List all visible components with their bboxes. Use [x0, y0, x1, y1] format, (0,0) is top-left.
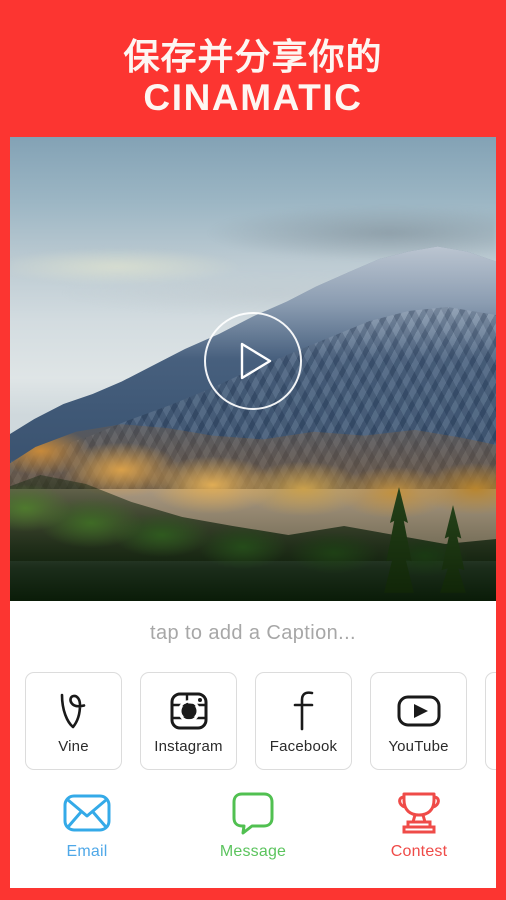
play-icon	[234, 342, 273, 380]
speech-bubble-icon	[230, 787, 276, 839]
email-button[interactable]: Email	[44, 787, 130, 861]
share-destinations-row[interactable]: Vine Instagram Facebook YouTube	[10, 665, 496, 777]
envelope-icon	[62, 787, 112, 839]
share-card-vine[interactable]: Vine	[25, 672, 122, 770]
action-label: Email	[66, 843, 108, 860]
action-row: Email Message Contest	[10, 777, 496, 887]
caption-placeholder: tap to add a Caption...	[149, 621, 356, 644]
youtube-icon	[396, 688, 442, 734]
caption-field[interactable]: tap to add a Caption...	[10, 601, 496, 665]
facebook-icon	[289, 688, 319, 734]
contest-button[interactable]: Contest	[376, 787, 462, 861]
play-button[interactable]	[204, 312, 302, 410]
share-card-instagram[interactable]: Instagram	[140, 672, 237, 770]
instagram-icon	[168, 688, 210, 734]
share-card-facebook[interactable]: Facebook	[255, 672, 352, 770]
share-label: YouTube	[388, 737, 449, 755]
action-label: Contest	[390, 843, 448, 860]
app-screen: tap to add a Caption... Vine Instagram F…	[10, 137, 496, 888]
promo-headline-cn: 保存并分享你的	[123, 35, 383, 77]
trophy-icon	[395, 787, 443, 839]
share-label: Vine	[58, 737, 89, 755]
share-label: Facebook	[269, 737, 338, 755]
share-card-youtube[interactable]: YouTube	[370, 672, 467, 770]
message-button[interactable]: Message	[210, 787, 296, 861]
share-label: Instagram	[154, 737, 223, 755]
promo-header: 保存并分享你的 CINAMATIC	[0, 0, 506, 137]
share-card-more[interactable]	[485, 672, 496, 770]
vine-icon	[55, 688, 93, 734]
action-label: Message	[219, 843, 287, 860]
promo-headline-app-name: CINAMATIC	[143, 76, 363, 118]
video-preview[interactable]	[10, 137, 496, 601]
